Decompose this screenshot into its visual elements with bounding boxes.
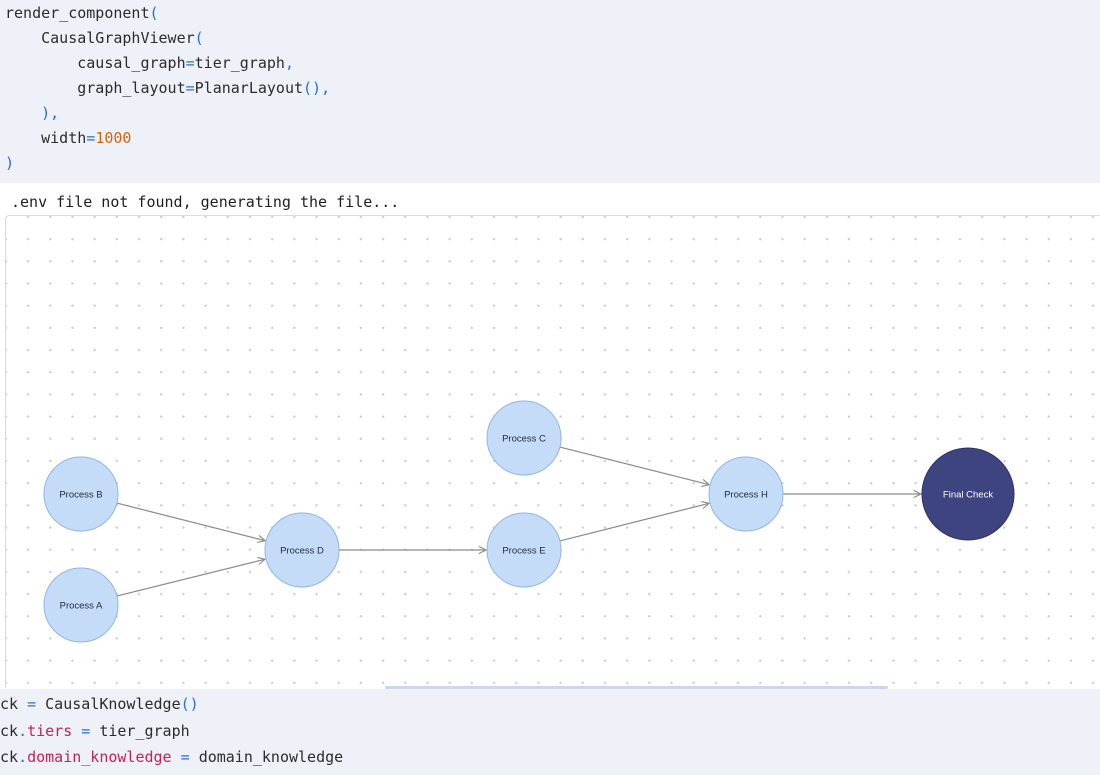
code-token: width [41,129,87,147]
graph-node-label: Process H [724,490,768,501]
code-token: , [284,54,294,72]
cell-output: .env file not found, generating the file… [0,183,1100,689]
code-token: ck [0,721,19,740]
code-line: render_component( [0,1,1100,26]
graph-node-label: Process D [280,546,324,557]
code-line: ), [0,101,1100,126]
graph-node-label: Process E [502,546,545,557]
code-token: ( [149,4,159,22]
code-cell-render[interactable]: render_component( CausalGraphViewer( cau… [0,0,1100,184]
code-token: = [86,129,96,147]
graph-edge-process-c-to-process-h [559,446,709,485]
graph-node-process-a[interactable]: Process A [43,567,119,643]
code-token: = [72,721,100,740]
code-token: tier_graph [194,54,285,72]
code-token: ck [0,748,19,766]
code-token: PlanarLayout [194,79,304,97]
code-token: = [18,695,46,713]
code-token: = [185,54,195,72]
code-token: ) [5,154,15,172]
code-token: ( [194,29,204,47]
code-line: ) [0,151,1100,176]
graph-edge-process-b-to-process-d [116,502,265,541]
code-token: ck [0,695,19,713]
code-token: tier_graph [99,721,190,740]
graph-node-process-b[interactable]: Process B [43,456,119,532]
code-line: ck.tiers = tier_graph [0,718,1100,745]
graph-node-label: Process C [502,434,546,445]
graph-canvas[interactable]: Process B Process A Process D Process C Proc… [6,216,1100,688]
graph-node-process-e[interactable]: Process E [486,512,562,588]
code-token: = [171,748,199,766]
code-token: , [50,104,60,122]
code-token: graph_layout [77,79,186,97]
graph-node-process-d[interactable]: Process D [264,512,340,588]
code-token: = [185,79,195,97]
code-line: ck = CausalKnowledge() [0,691,1100,718]
code-cell-knowledge[interactable]: ck = CausalKnowledge() ck.tiers = tier_g… [0,689,1100,775]
code-token: , [321,79,331,97]
code-token: ) [41,104,51,122]
graph-node-label: Process A [60,601,103,612]
causal-graph-viewer[interactable]: Process B Process A Process D Process C Proc… [5,215,1100,688]
graph-node-label: Final Check [943,490,993,501]
code-token: () [180,695,199,713]
code-token: () [303,79,322,97]
code-token: domain_knowledge [198,748,344,766]
code-token: CausalGraphViewer [41,29,195,47]
code-line: CausalGraphViewer( [0,26,1100,51]
graph-node-final-check[interactable]: Final Check [921,447,1015,541]
code-token: render_component [5,4,150,22]
code-token: domain_knowledge [27,748,172,766]
code-line: width=1000 [0,126,1100,151]
graph-edge-process-a-to-process-d [116,559,265,597]
code-token: CausalKnowledge [45,695,181,713]
code-line: graph_layout=PlanarLayout(), [0,76,1100,101]
output-message: .env file not found, generating the file… [11,193,400,211]
graph-node-label: Process B [59,490,102,501]
code-token: . [18,748,28,766]
code-token: . [18,721,28,740]
graph-edge-process-e-to-process-h [559,503,709,542]
code-token: tiers [27,721,73,740]
code-line: ck.domain_knowledge = domain_knowledge [0,744,1100,771]
graph-node-process-h[interactable]: Process H [708,456,784,532]
code-token: causal_graph [77,54,186,72]
code-token: 1000 [95,129,132,147]
graph-node-process-c[interactable]: Process C [486,400,562,476]
code-line: causal_graph=tier_graph, [0,51,1100,76]
